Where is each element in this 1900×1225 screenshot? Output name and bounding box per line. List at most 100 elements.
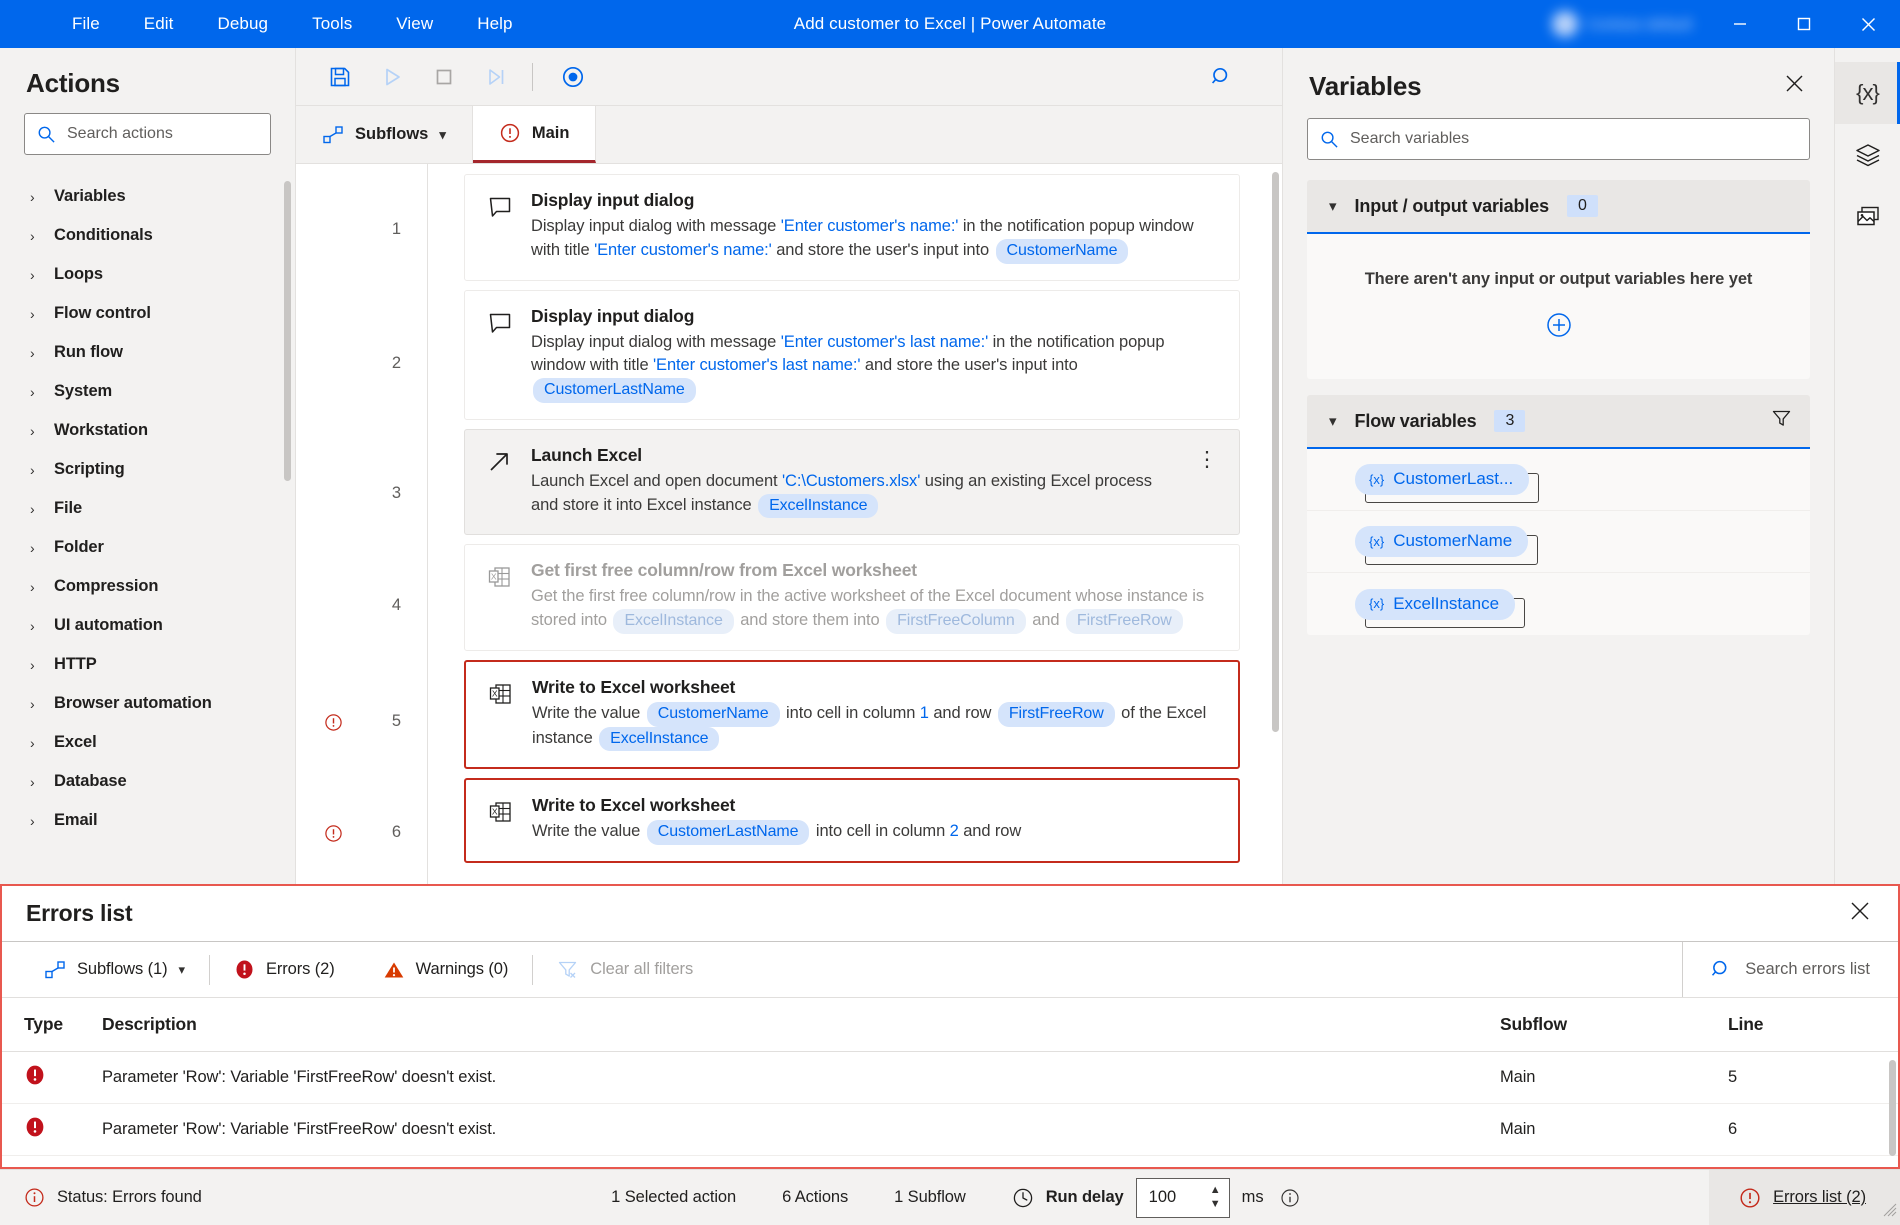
category-folder[interactable]: ›Folder [0, 528, 295, 567]
close-button[interactable] [1836, 0, 1900, 48]
tab-main[interactable]: Main [473, 106, 597, 163]
category-label: UI automation [54, 616, 163, 635]
clear-filter-icon [557, 959, 579, 981]
action-text: Write to Excel worksheet Write the value… [532, 677, 1218, 751]
search-icon [1211, 66, 1233, 88]
category-label: Browser automation [54, 694, 212, 713]
ui-elements-rail-button[interactable] [1835, 124, 1900, 186]
category-file[interactable]: ›File [0, 489, 295, 528]
category-scripting[interactable]: ›Scripting [0, 450, 295, 489]
category-browser-automation[interactable]: ›Browser automation [0, 684, 295, 723]
action-card-write-to-excel-2[interactable]: X Write to Excel worksheet Write the val… [464, 778, 1240, 863]
errors-list-close-button[interactable] [1844, 895, 1876, 932]
category-variables[interactable]: ›Variables [0, 177, 295, 216]
inline-variable-chip: ExcelInstance [599, 727, 719, 752]
action-card-get-first-free-column-row[interactable]: X Get first free column/row from Excel w… [464, 544, 1240, 651]
search-flow-button[interactable] [1198, 55, 1246, 99]
tab-subflows[interactable]: Subflows ▾ [296, 106, 473, 163]
error-indicator[interactable] [324, 824, 343, 848]
flow-canvas-scrollbar[interactable] [1272, 172, 1279, 732]
category-loops[interactable]: ›Loops [0, 255, 295, 294]
menu-file[interactable]: File [50, 0, 122, 48]
chevron-down-icon: ▾ [439, 127, 446, 143]
search-variables-input[interactable]: Search variables [1307, 118, 1810, 160]
resize-grip[interactable] [1883, 1203, 1897, 1222]
category-ui-automation[interactable]: ›UI automation [0, 606, 295, 645]
info-circle-icon [24, 1187, 45, 1208]
category-email[interactable]: ›Email [0, 801, 295, 840]
account-chip[interactable]: Contoso default [1536, 0, 1708, 48]
stepper-down-icon[interactable]: ▼ [1210, 1199, 1221, 1210]
category-flow-control[interactable]: ›Flow control [0, 294, 295, 333]
recorder-button[interactable] [549, 55, 597, 99]
category-http[interactable]: ›HTTP [0, 645, 295, 684]
error-filled-icon [24, 1116, 46, 1138]
run-next-action-button[interactable] [472, 55, 520, 99]
run-delay-stepper[interactable]: 100 ▲ ▼ [1136, 1178, 1230, 1218]
category-compression[interactable]: ›Compression [0, 567, 295, 606]
action-card-write-to-excel-1[interactable]: X Write to Excel worksheet Write the val… [464, 660, 1240, 769]
actions-pane-scrollbar[interactable] [284, 181, 291, 481]
menu-edit[interactable]: Edit [122, 0, 196, 48]
search-actions-input[interactable]: Search actions [24, 113, 271, 155]
errors-table-scrollbar[interactable] [1889, 1060, 1896, 1156]
menu-debug[interactable]: Debug [196, 0, 291, 48]
search-errors-input[interactable]: Search errors list [1682, 942, 1898, 997]
errors-filter-warnings[interactable]: Warnings (0) [359, 950, 533, 990]
add-input-output-variable-button[interactable] [1327, 311, 1790, 339]
save-button[interactable] [316, 55, 364, 99]
menu-view[interactable]: View [374, 0, 455, 48]
errors-filter-errors[interactable]: Errors (2) [210, 950, 359, 990]
stepper-up-icon[interactable]: ▲ [1210, 1185, 1221, 1196]
flow-variables-filter-button[interactable] [1771, 408, 1792, 434]
errors-list-status-button[interactable]: Errors list (2) [1709, 1170, 1900, 1225]
clear-all-filters-button[interactable]: Clear all filters [533, 950, 717, 990]
stepper-arrows[interactable]: ▲ ▼ [1210, 1185, 1221, 1210]
line-number: 4 [367, 596, 401, 615]
search-errors-placeholder: Search errors list [1745, 960, 1870, 979]
category-workstation[interactable]: ›Workstation [0, 411, 295, 450]
selected-actions-count: 1 Selected action [611, 1188, 736, 1207]
errors-filter-subflows[interactable]: Subflows (1) ▾ [20, 950, 209, 990]
input-output-variables-header[interactable]: ▾ Input / output variables 0 [1307, 180, 1810, 234]
error-line: 6 [1728, 1120, 1898, 1139]
chevron-down-icon: ▾ [179, 962, 185, 978]
inline-variable-chip: FirstFreeColumn [886, 609, 1026, 634]
category-run-flow[interactable]: ›Run flow [0, 333, 295, 372]
input-output-variables-count: 0 [1567, 195, 1598, 217]
variable-item[interactable]: {x}ExcelInstance [1307, 573, 1810, 635]
errors-list-toolbar: Subflows (1) ▾ Errors (2) Warnings (0) C… [2, 942, 1898, 998]
run-delay-value[interactable]: 100 [1149, 1188, 1210, 1207]
action-title: Write to Excel worksheet [532, 795, 1218, 816]
action-title: Get first free column/row from Excel wor… [531, 560, 1219, 581]
category-excel[interactable]: ›Excel [0, 723, 295, 762]
variable-item[interactable]: {x}CustomerName [1307, 511, 1810, 573]
category-conditionals[interactable]: ›Conditionals [0, 216, 295, 255]
flow-variables-header[interactable]: ▾ Flow variables 3 [1307, 395, 1810, 449]
run-button[interactable] [368, 55, 416, 99]
svg-text:X: X [492, 807, 498, 817]
errors-table-row[interactable]: Parameter 'Row': Variable 'FirstFreeRow'… [2, 1104, 1898, 1156]
subflows-icon [44, 959, 66, 981]
action-card-display-input-dialog-1[interactable]: Display input dialog Display input dialo… [464, 174, 1240, 281]
errors-table-row[interactable]: Parameter 'Row': Variable 'FirstFreeRow'… [2, 1052, 1898, 1104]
category-database[interactable]: ›Database [0, 762, 295, 801]
error-type-icon-cell [2, 1064, 102, 1091]
maximize-button[interactable] [1772, 0, 1836, 48]
chevron-right-icon: › [30, 189, 40, 205]
errors-filter-errors-label: Errors (2) [266, 960, 335, 979]
action-more-options-button[interactable]: ⋮ [1195, 445, 1219, 470]
minimize-button[interactable] [1708, 0, 1772, 48]
error-indicator[interactable] [324, 713, 343, 737]
variable-item[interactable]: {x}CustomerLast... [1307, 449, 1810, 511]
category-system[interactable]: ›System [0, 372, 295, 411]
tab-main-label: Main [532, 124, 570, 143]
action-card-display-input-dialog-2[interactable]: Display input dialog Display input dialo… [464, 290, 1240, 420]
menu-help[interactable]: Help [455, 0, 534, 48]
action-card-launch-excel[interactable]: Launch Excel Launch Excel and open docum… [464, 429, 1240, 536]
variables-pane-close-button[interactable] [1779, 68, 1810, 104]
menu-tools[interactable]: Tools [290, 0, 374, 48]
images-rail-button[interactable] [1835, 186, 1900, 248]
variables-rail-button[interactable]: {x} [1835, 62, 1900, 124]
stop-button[interactable] [420, 55, 468, 99]
